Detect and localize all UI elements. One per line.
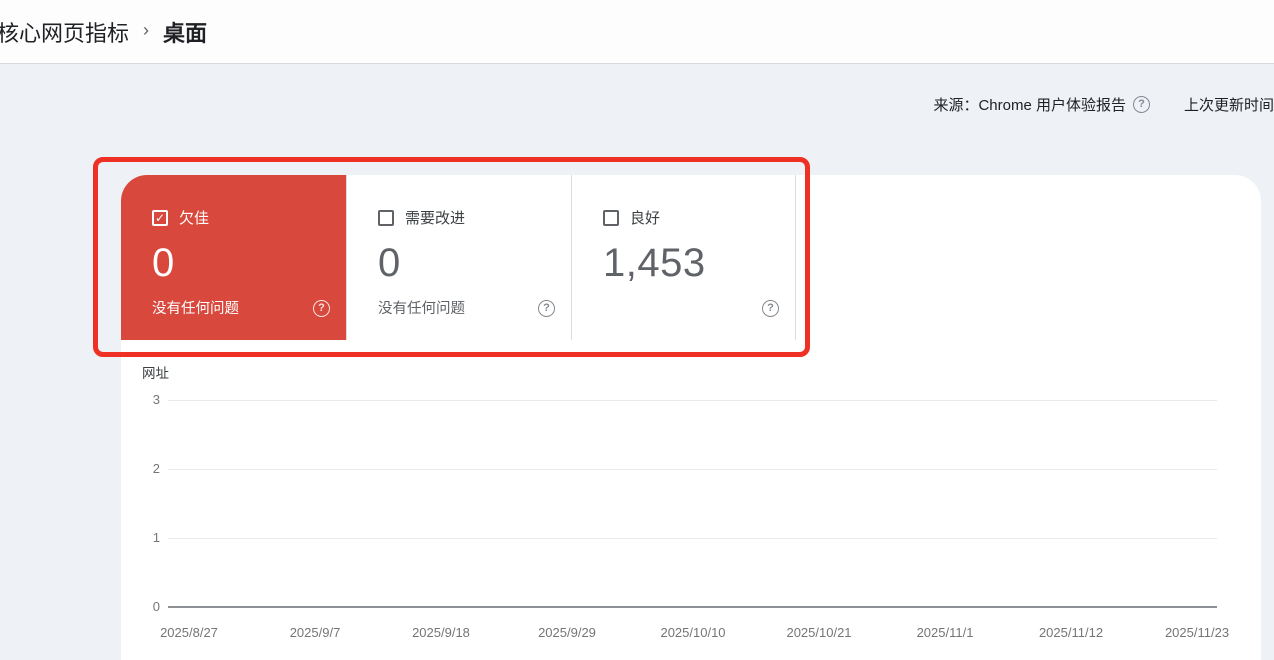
report-meta-row: 来源： Chrome 用户体验报告 ? 上次更新时间 — [933, 94, 1274, 115]
card-good-header: 良好 — [603, 207, 795, 228]
card-good[interactable]: 良好 1,453 ? — [571, 175, 796, 340]
x-tick-label: 2025/10/21 — [786, 625, 852, 640]
card-needs-improvement-value: 0 — [378, 241, 401, 285]
last-updated-label: 上次更新时间 — [1183, 97, 1274, 114]
checkbox-unchecked-icon[interactable] — [603, 209, 619, 226]
card-good-label: 良好 — [630, 210, 661, 227]
card-good-help-icon[interactable]: ? — [762, 300, 779, 317]
top-bar: 核心网页指标 › 桌面 — [0, 0, 1274, 64]
card-needs-improvement-header: 需要改进 — [378, 207, 571, 228]
card-poor-help-icon[interactable]: ? — [313, 300, 330, 317]
x-tick-label: 2025/11/1 — [916, 625, 974, 640]
card-needs-improvement[interactable]: 需要改进 0 没有任何问题 ? — [346, 175, 571, 340]
x-tick-label: 2025/10/10 — [660, 625, 726, 640]
breadcrumb-desktop: 桌面 — [163, 20, 208, 46]
card-needs-improvement-label: 需要改进 — [405, 210, 466, 227]
source-help-icon[interactable]: ? — [1132, 96, 1150, 113]
checkbox-checked-icon[interactable]: ✓ — [152, 209, 168, 226]
x-tick-label: 2025/11/12 — [1038, 625, 1104, 640]
issues-timeline-chart: 网址 3 2 1 0 2025/8/27 2025/9/7 2025/9/18 … — [121, 340, 1261, 660]
x-tick-label: 2025/9/18 — [412, 625, 470, 640]
source-value: Chrome 用户体验报告 — [978, 97, 1126, 114]
metric-cards-row: ✓ 欠佳 0 没有任何问题 ? 需要改进 0 没有任何问题 ? 良好 1,453… — [121, 175, 796, 340]
card-good-value: 1,453 — [603, 241, 706, 285]
x-axis-labels: 2025/8/27 2025/9/7 2025/9/18 2025/9/29 2… — [121, 340, 1261, 660]
breadcrumb: 核心网页指标 › 桌面 — [0, 16, 207, 48]
card-poor-value: 0 — [152, 241, 175, 285]
chevron-right-icon: › — [143, 20, 150, 40]
x-tick-label: 2025/8/27 — [160, 625, 218, 640]
x-tick-label: 2025/9/29 — [538, 625, 596, 640]
report-panel: ✓ 欠佳 0 没有任何问题 ? 需要改进 0 没有任何问题 ? 良好 1,453… — [121, 175, 1261, 660]
card-poor-label: 欠佳 — [179, 210, 210, 227]
source-label: 来源： — [933, 97, 979, 114]
card-needs-improvement-help-icon[interactable]: ? — [538, 300, 555, 317]
breadcrumb-core-web-vitals[interactable]: 核心网页指标 — [0, 16, 129, 48]
checkbox-unchecked-icon[interactable] — [378, 209, 394, 226]
x-tick-label: 2025/9/7 — [289, 625, 341, 640]
card-poor[interactable]: ✓ 欠佳 0 没有任何问题 ? — [121, 175, 346, 340]
card-poor-header: ✓ 欠佳 — [152, 207, 346, 228]
x-tick-label: 2025/11/23 — [1164, 625, 1230, 640]
